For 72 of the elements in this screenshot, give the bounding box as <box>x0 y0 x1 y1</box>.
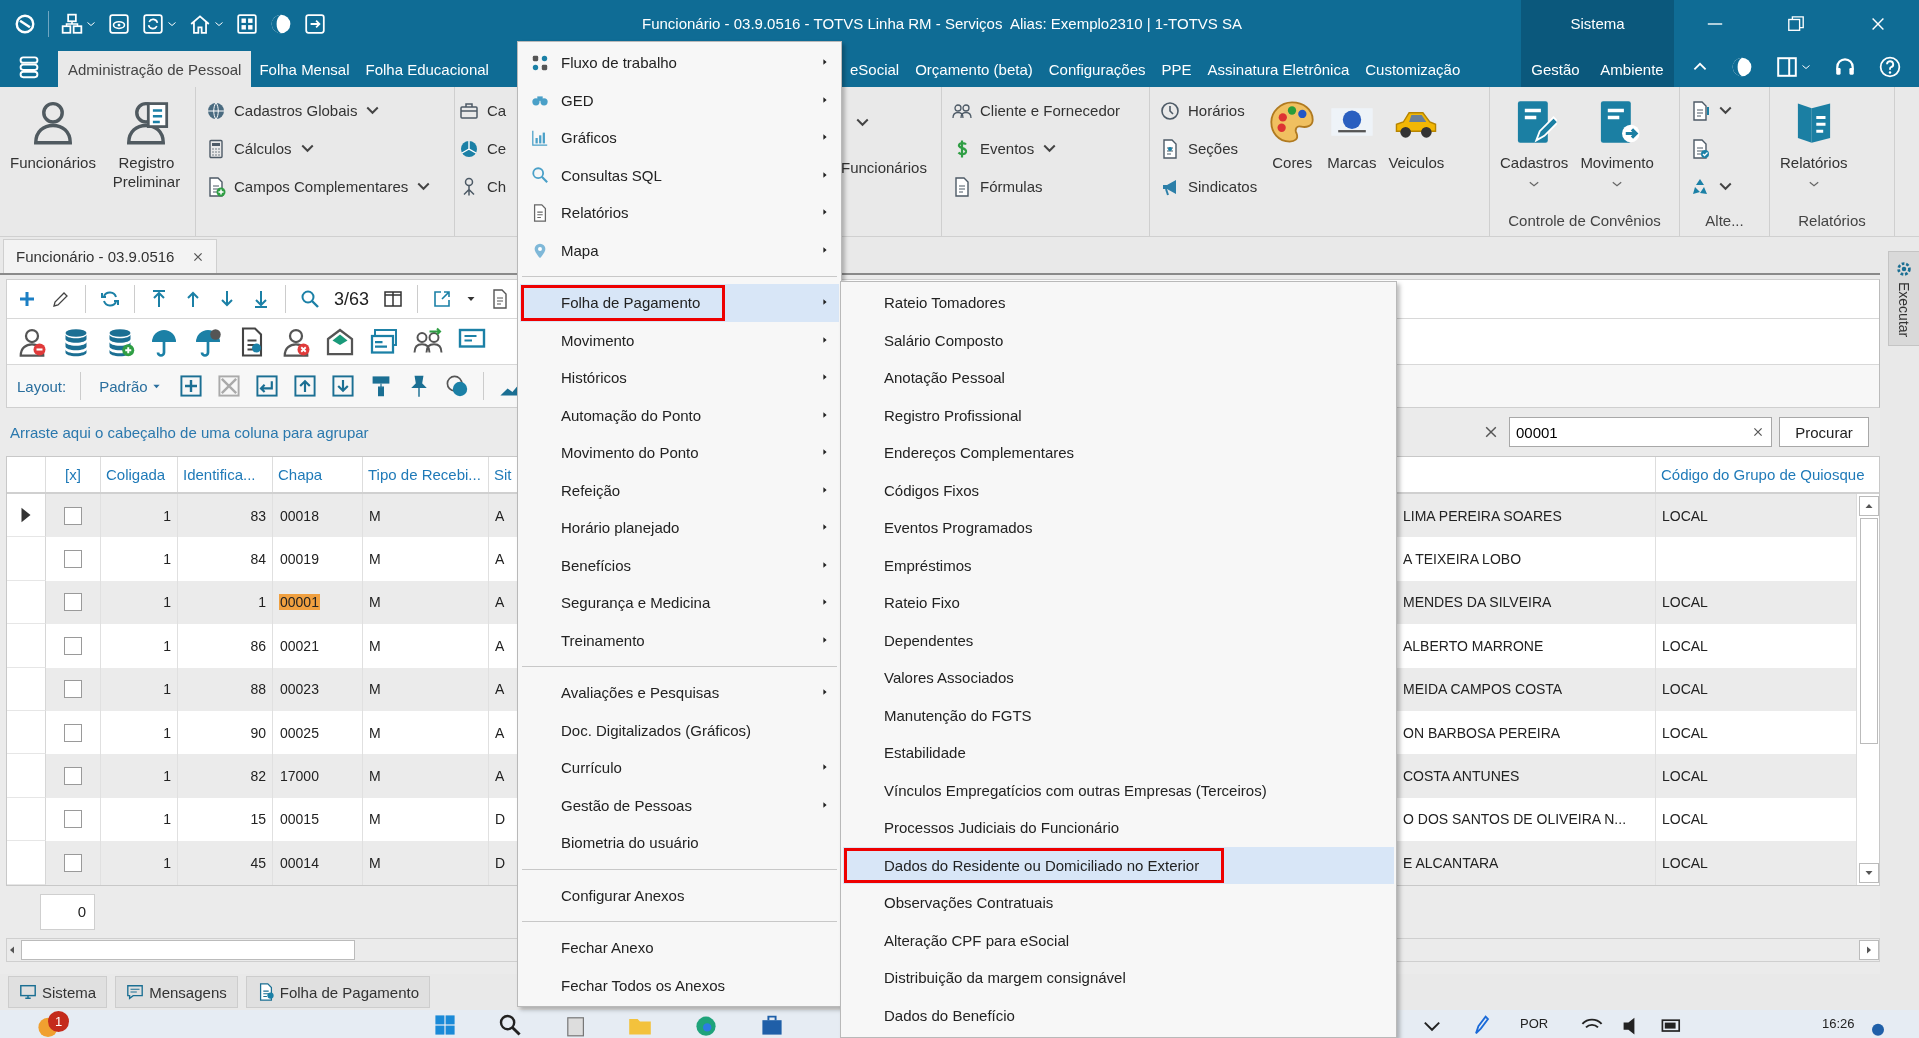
table-cell: LOCAL <box>1662 507 1708 524</box>
ribbon-group-label: Controle de Convênios <box>1507 210 1662 231</box>
table-cell: A <box>495 724 505 741</box>
table-cell: E ALCANTARA <box>1403 854 1499 871</box>
table-cell: 1 <box>163 637 171 654</box>
table-cell: ON BARBOSA PEREIRA <box>1403 724 1561 741</box>
table-cell: LOCAL <box>1662 854 1708 871</box>
table-cell: 00014 <box>279 854 320 871</box>
section-label: Sistema <box>1521 0 1674 47</box>
table-cell: M <box>369 551 381 568</box>
table-cell: A <box>495 507 505 524</box>
table-cell: 82 <box>250 768 266 785</box>
table-cell: O DOS SANTOS DE OLIVEIRA N... <box>1403 811 1627 828</box>
table-cell: MEIDA CAMPOS COSTA <box>1403 681 1563 698</box>
table-cell: 00025 <box>279 724 320 741</box>
table-cell: M <box>369 507 381 524</box>
table-cell: 86 <box>250 637 266 654</box>
table-cell: 1 <box>163 724 171 741</box>
table-cell: M <box>369 724 381 741</box>
table-cell: 83 <box>250 507 266 524</box>
table-cell: 00019 <box>279 551 320 568</box>
table-cell: LIMA PEREIRA SOARES <box>1403 507 1562 524</box>
table-cell: A <box>495 551 505 568</box>
table-cell: 1 <box>163 854 171 871</box>
layout-label: Layout: <box>17 377 67 395</box>
ribbon-group-label: Alte... <box>1704 210 1745 231</box>
table-cell: 1 <box>258 594 266 611</box>
table-cell: A <box>495 594 505 611</box>
table-cell: 00023 <box>279 681 320 698</box>
table-cell: 1 <box>163 768 171 785</box>
table-cell: 45 <box>250 854 266 871</box>
table-cell: 17000 <box>279 768 320 785</box>
table-cell: 00015 <box>279 811 320 828</box>
table-cell: LOCAL <box>1662 594 1708 611</box>
record-position: 3/63 <box>334 288 370 310</box>
table-cell: 1 <box>163 551 171 568</box>
table-cell: LOCAL <box>1662 724 1708 741</box>
table-cell: LOCAL <box>1662 637 1708 654</box>
table-cell: A <box>495 681 505 698</box>
notification-badge: 1 <box>48 1011 69 1032</box>
table-cell: M <box>369 637 381 654</box>
table-cell: D <box>495 811 506 828</box>
table-cell: 90 <box>250 724 266 741</box>
table-cell: LOCAL <box>1662 811 1708 828</box>
window-title: Funcionário - 03.9.0516 - TOTVS Linha RM - Serviços Alias: Exemplo2310 | 1-TOTVS SA <box>641 14 1243 34</box>
table-cell: ALBERTO MARRONE <box>1403 637 1544 654</box>
table-cell: COSTA ANTUNES <box>1403 768 1520 785</box>
ribbon-group-label: Relatórios <box>1797 210 1867 231</box>
table-cell: A TEIXEIRA LOBO <box>1403 551 1521 568</box>
table-cell: LOCAL <box>1662 681 1708 698</box>
table-cell: 1 <box>163 811 171 828</box>
table-cell: M <box>369 854 381 871</box>
table-cell: 1 <box>163 594 171 611</box>
table-cell: LOCAL <box>1662 768 1708 785</box>
table-cell: 00021 <box>279 637 320 654</box>
group-by-hint: Arraste aqui o cabeçalho de uma coluna para agrupar <box>10 423 370 441</box>
table-cell: M <box>369 681 381 698</box>
table-cell: 84 <box>250 551 266 568</box>
table-cell: MENDES DA SILVEIRA <box>1403 594 1552 611</box>
record-count: 0 <box>40 893 95 930</box>
table-cell: 15 <box>250 811 266 828</box>
table-cell: 1 <box>163 507 171 524</box>
table-cell: D <box>495 854 506 871</box>
table-cell: M <box>369 768 381 785</box>
table-cell: A <box>495 768 505 785</box>
table-cell: M <box>369 594 381 611</box>
table-cell: 88 <box>250 681 266 698</box>
table-cell: 00001 <box>279 594 320 611</box>
table-cell: 1 <box>163 681 171 698</box>
table-cell: A <box>495 637 505 654</box>
table-cell: M <box>369 811 381 828</box>
table-cell: 00018 <box>279 507 320 524</box>
